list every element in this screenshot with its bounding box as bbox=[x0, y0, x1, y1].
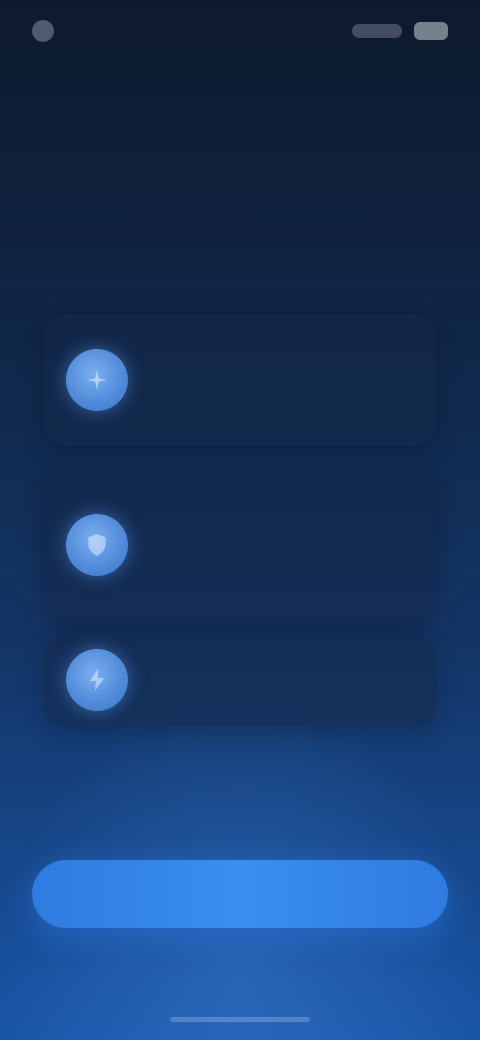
onboarding-screen bbox=[0, 0, 480, 1040]
feature-text bbox=[150, 676, 414, 684]
status-left bbox=[32, 20, 64, 42]
sparkle-icon bbox=[66, 349, 128, 411]
bolt-icon bbox=[66, 649, 128, 711]
feature-text bbox=[150, 541, 414, 549]
feature-card-2[interactable] bbox=[44, 465, 436, 625]
feature-text bbox=[150, 376, 414, 384]
home-indicator bbox=[170, 1017, 310, 1022]
shield-icon-glyph bbox=[88, 534, 106, 556]
feature-card-3[interactable] bbox=[44, 635, 436, 725]
header bbox=[38, 168, 442, 182]
status-app-icon bbox=[32, 20, 54, 42]
shield-icon bbox=[66, 514, 128, 576]
bolt-icon-glyph bbox=[89, 669, 105, 691]
feature-card-1[interactable] bbox=[44, 315, 436, 445]
status-right bbox=[352, 22, 448, 40]
sparkle-icon-glyph bbox=[87, 370, 107, 390]
signal-icon bbox=[352, 24, 402, 38]
status-bar bbox=[32, 14, 448, 48]
continue-button[interactable] bbox=[32, 860, 448, 928]
battery-icon bbox=[414, 22, 448, 40]
